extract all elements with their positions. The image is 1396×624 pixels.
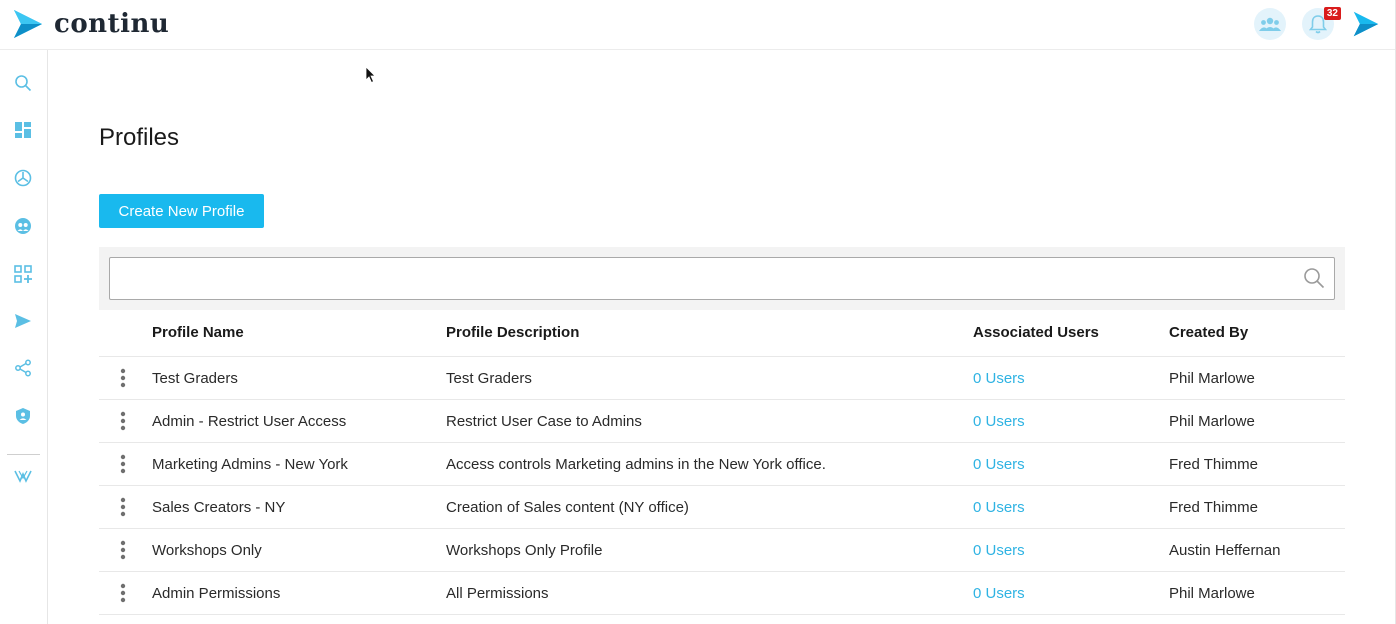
table-row[interactable]: Marketing Admins - New York Access contro…	[99, 443, 1345, 486]
notifications-button[interactable]: 32	[1302, 7, 1341, 40]
associated-users-link[interactable]: 0 Users	[973, 529, 1025, 572]
workshop-icon	[14, 470, 32, 483]
shield-icon	[16, 408, 30, 424]
created-by: Fred Thimme	[1169, 499, 1258, 516]
table-row[interactable]: Admin Permissions All Permissions 0 Users P…	[99, 572, 1345, 615]
sidebar	[0, 50, 48, 624]
profile-name: Test Graders	[152, 370, 238, 387]
associated-users-link[interactable]: 0 Users	[973, 443, 1025, 486]
associated-users-link[interactable]: 0 Users	[973, 357, 1025, 400]
associated-users-link[interactable]: 0 Users	[973, 486, 1025, 529]
profile-description: All Permissions	[446, 585, 549, 602]
table-row[interactable]: Sales Creators - NY Creation of Sales con…	[99, 486, 1345, 529]
sidebar-item-share[interactable]	[13, 358, 33, 378]
created-by: Phil Marlowe	[1169, 413, 1255, 430]
more-options-icon[interactable]	[118, 411, 128, 431]
profile-name: Admin Permissions	[152, 585, 281, 602]
app-logo[interactable]: continu	[12, 8, 169, 40]
search-bar	[99, 247, 1345, 310]
more-options-icon[interactable]	[118, 583, 128, 603]
table-header: Profile Name Profile Description Associa…	[99, 310, 1345, 357]
associated-users-link[interactable]: 0 Users	[973, 400, 1025, 443]
continu-logo-icon	[14, 10, 42, 38]
sidebar-item-add-apps[interactable]	[13, 264, 33, 284]
sidebar-item-dashboard[interactable]	[13, 120, 33, 140]
sidebar-item-analytics[interactable]	[13, 168, 33, 188]
column-header-profile-description[interactable]: Profile Description	[446, 310, 579, 355]
sidebar-item-workshop[interactable]	[13, 466, 33, 486]
add-apps-icon	[14, 265, 32, 283]
top-bar: continu 32	[0, 0, 1396, 50]
more-options-icon[interactable]	[118, 368, 128, 388]
dashboard-icon	[15, 122, 31, 138]
table-row[interactable]: Test Graders Test Graders 0 Users Phil Marl…	[99, 357, 1345, 400]
profile-description: Creation of Sales content (NY office)	[446, 499, 689, 516]
profiles-table: Profile Name Profile Description Associa…	[99, 310, 1345, 615]
profile-description: Restrict User Case to Admins	[446, 413, 642, 430]
table-body: Test Graders Test Graders 0 Users Phil Marl…	[99, 357, 1345, 615]
profile-name: Marketing Admins - New York	[152, 456, 348, 473]
created-by: Phil Marlowe	[1169, 585, 1255, 602]
table-row[interactable]: Admin - Restrict User Access Restrict Use…	[99, 400, 1345, 443]
table-row[interactable]: Workshops Only Workshops Only Profile 0 Us…	[99, 529, 1345, 572]
continu-logo-icon[interactable]	[1352, 10, 1380, 38]
notification-badge: 32	[1323, 7, 1341, 20]
users-icon	[15, 218, 31, 234]
more-options-icon[interactable]	[118, 454, 128, 474]
more-options-icon[interactable]	[118, 497, 128, 517]
mouse-cursor-icon	[365, 66, 376, 84]
column-header-profile-name[interactable]: Profile Name	[152, 310, 244, 355]
profile-name: Sales Creators - NY	[152, 499, 286, 516]
analytics-icon	[14, 169, 32, 187]
send-icon	[15, 314, 31, 328]
search-icon	[15, 75, 32, 92]
profile-description: Access controls Marketing admins in the …	[446, 456, 826, 473]
created-by: Austin Heffernan	[1169, 542, 1281, 559]
profile-description: Workshops Only Profile	[446, 542, 603, 559]
logo-text: continu	[54, 9, 170, 39]
column-header-associated-users[interactable]: Associated Users	[973, 310, 1099, 355]
team-icon	[1259, 17, 1281, 31]
associated-users-link[interactable]: 0 Users	[973, 572, 1025, 615]
more-options-icon[interactable]	[118, 540, 128, 560]
sidebar-item-send[interactable]	[13, 311, 33, 331]
search-input[interactable]	[109, 257, 1335, 300]
created-by: Fred Thimme	[1169, 456, 1258, 473]
page-title: Profiles	[99, 124, 180, 151]
team-button[interactable]	[1254, 8, 1286, 40]
share-icon	[15, 359, 31, 377]
sidebar-item-shield[interactable]	[13, 406, 33, 426]
sidebar-item-users[interactable]	[13, 216, 33, 236]
created-by: Phil Marlowe	[1169, 370, 1255, 387]
profile-description: Test Graders	[446, 370, 532, 387]
column-header-created-by[interactable]: Created By	[1169, 310, 1248, 355]
sidebar-item-search[interactable]	[13, 73, 33, 93]
profile-name: Workshops Only	[152, 542, 262, 559]
sidebar-divider	[7, 454, 40, 455]
profile-name: Admin - Restrict User Access	[152, 413, 347, 430]
search-icon[interactable]	[1303, 267, 1325, 289]
create-new-profile-button[interactable]: Create New Profile	[99, 194, 264, 228]
